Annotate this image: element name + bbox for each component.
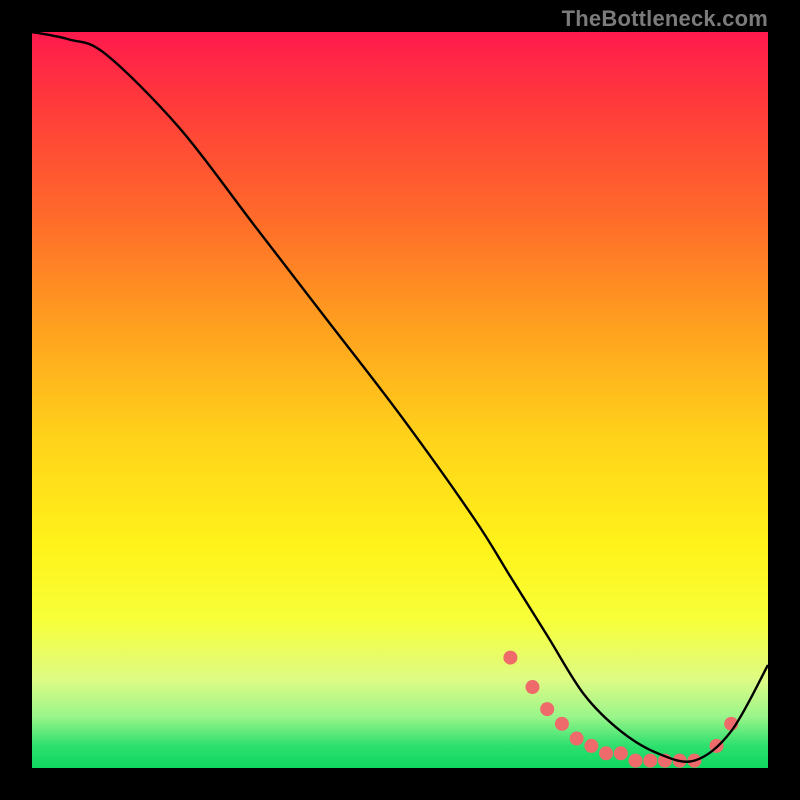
- curve-layer: [32, 32, 768, 768]
- trough-marker-group: [503, 651, 738, 768]
- plot-area: [32, 32, 768, 768]
- trough-marker: [629, 754, 643, 768]
- chart-stage: TheBottleneck.com: [0, 0, 800, 800]
- trough-marker: [570, 732, 584, 746]
- attribution-text: TheBottleneck.com: [562, 6, 768, 32]
- trough-marker: [525, 680, 539, 694]
- bottleneck-curve: [32, 32, 768, 762]
- trough-marker: [503, 651, 517, 665]
- trough-marker: [555, 717, 569, 731]
- trough-marker: [599, 746, 613, 760]
- trough-marker: [540, 702, 554, 716]
- trough-marker: [643, 754, 657, 768]
- trough-marker: [614, 746, 628, 760]
- trough-marker: [584, 739, 598, 753]
